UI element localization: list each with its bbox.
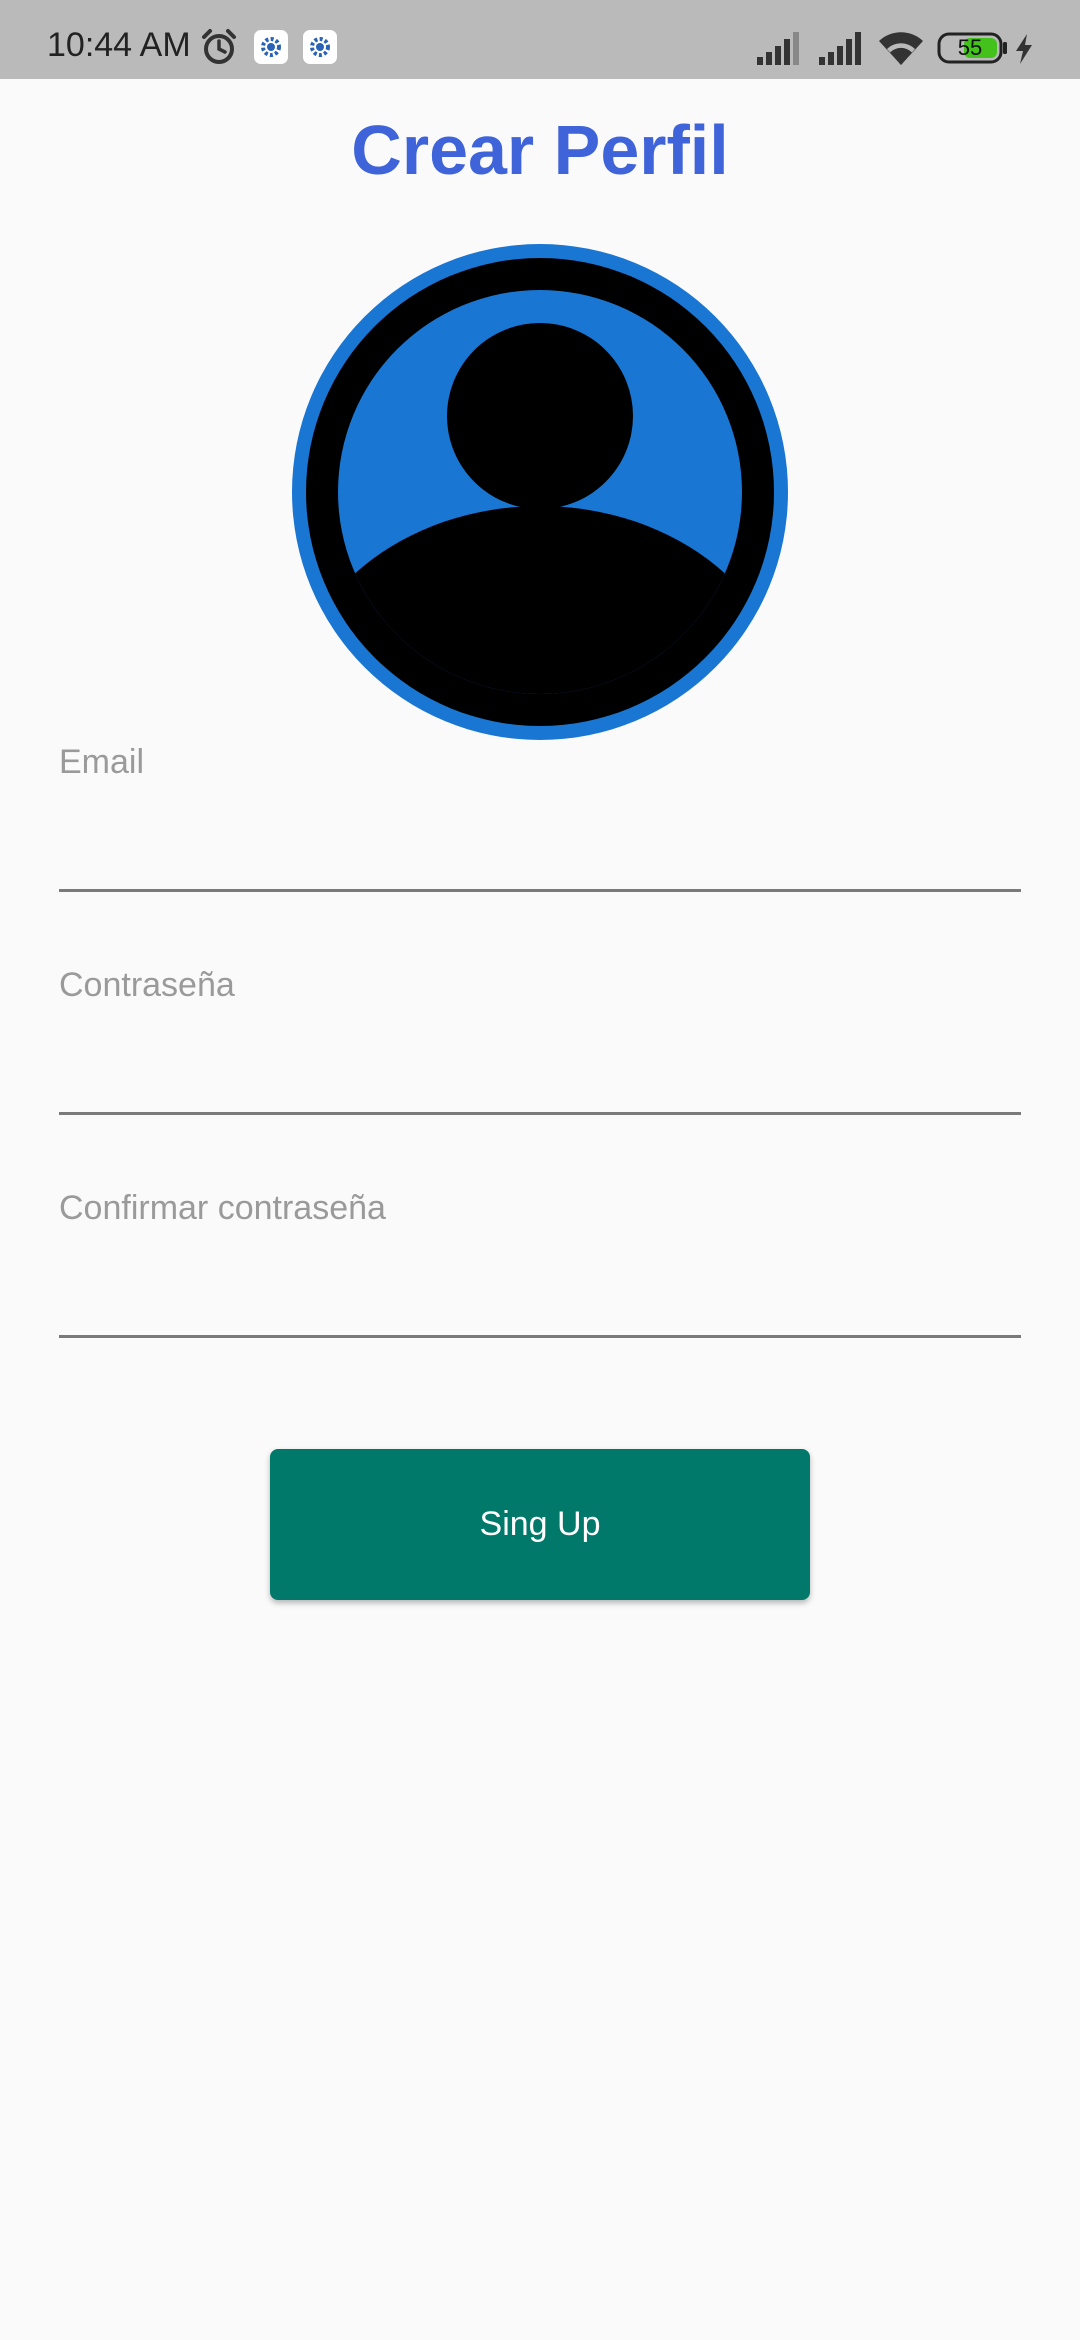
signal-icon bbox=[817, 31, 867, 70]
email-input[interactable] bbox=[59, 798, 1021, 858]
password-label: Contraseña bbox=[59, 966, 235, 1004]
app-gear-icon bbox=[303, 30, 337, 69]
status-bar: 10:44 AM 55 bbox=[0, 0, 1080, 79]
confirm-password-underline bbox=[59, 1335, 1021, 1338]
wifi-icon bbox=[877, 29, 925, 72]
account-circle-icon bbox=[292, 244, 788, 740]
confirm-password-label: Confirmar contraseña bbox=[59, 1189, 386, 1227]
signal-icon bbox=[755, 31, 805, 70]
charging-icon bbox=[1013, 33, 1035, 70]
page-title: Crear Perfil bbox=[351, 111, 729, 189]
signup-button[interactable]: Sing Up bbox=[270, 1449, 810, 1600]
password-underline bbox=[59, 1112, 1021, 1115]
alarm-icon bbox=[200, 28, 238, 71]
avatar[interactable] bbox=[292, 244, 788, 740]
confirm-password-input[interactable] bbox=[59, 1244, 1021, 1304]
email-underline bbox=[59, 889, 1021, 892]
app-gear-icon bbox=[254, 30, 288, 69]
battery-level: 55 bbox=[957, 35, 983, 60]
password-input[interactable] bbox=[59, 1021, 1021, 1081]
status-time: 10:44 AM bbox=[47, 26, 191, 64]
email-label: Email bbox=[59, 743, 145, 781]
